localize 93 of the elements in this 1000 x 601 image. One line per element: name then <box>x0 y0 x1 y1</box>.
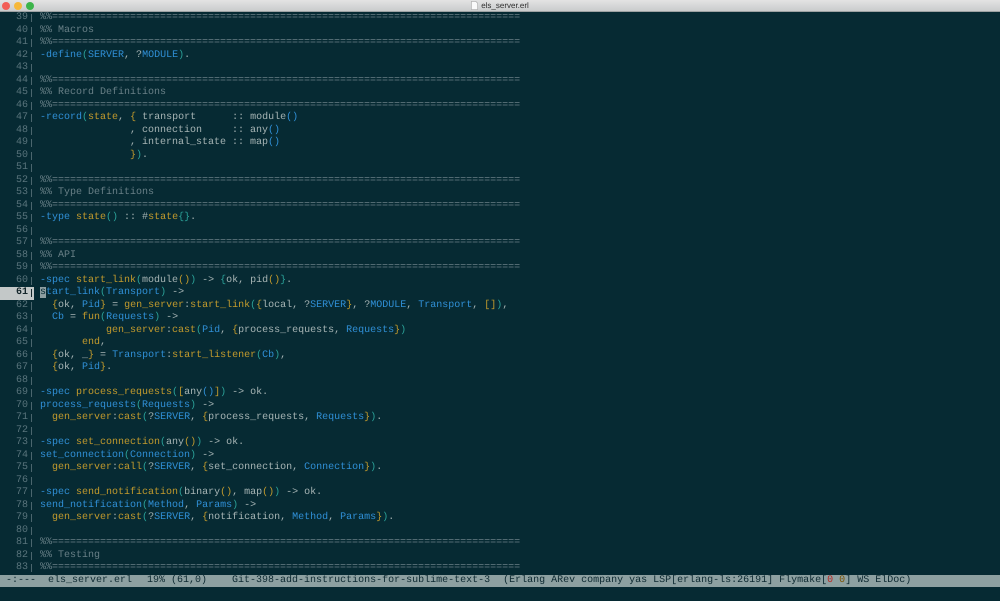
code-line: process_requests(Requests) -> <box>40 400 214 412</box>
line-number: 71 <box>14 412 29 424</box>
line-number: 81 <box>14 537 29 550</box>
line-number: 62 <box>14 300 29 312</box>
code-line: }). <box>130 150 148 162</box>
line-number: 54 <box>14 200 29 212</box>
line-number: 69 <box>14 387 29 400</box>
line-number: 51 <box>14 162 29 174</box>
code-line: Cb = fun(Requests) -> <box>52 312 178 324</box>
code-line: , internal_state :: map() <box>130 137 280 150</box>
line-number: 64 <box>14 324 29 337</box>
line-number: 55 <box>14 212 29 224</box>
comment-line: %%============================================================================== <box>40 100 520 112</box>
line-number: 80 <box>14 524 29 537</box>
line-number: 48 <box>14 124 29 137</box>
line-number: 76 <box>14 474 29 487</box>
buffer-state-text: -:--- <box>6 574 36 587</box>
line-number: 58 <box>14 250 29 262</box>
comment-line: %%============================================================================== <box>40 537 520 550</box>
line-number: 41 <box>14 37 29 50</box>
line-number: 60 <box>14 274 29 287</box>
comment-line: %%============================================================================== <box>40 74 520 86</box>
code-line: -type state() :: #state{}. <box>40 212 196 224</box>
line-number: 72 <box>14 424 29 437</box>
code-line: -spec send_notification(binary(), map()) -> ok. <box>40 487 322 500</box>
code-line: -spec process_requests([any()]) -> ok. <box>40 387 268 400</box>
code-line: gen_server:cast(?SERVER, {process_requests, Requests}). <box>52 412 382 424</box>
line-number: 49 <box>14 137 29 150</box>
line-number: 74 <box>14 450 29 462</box>
line-number: 45 <box>14 87 29 100</box>
comment-line: %%============================================================================== <box>40 237 520 250</box>
comment-line: %% Macros <box>40 24 94 37</box>
zoom-button[interactable] <box>26 2 34 10</box>
line-number: 47 <box>14 112 29 124</box>
comment-line: %% Record Definitions <box>40 87 166 100</box>
line-number: 68 <box>14 374 29 387</box>
comment-line: %%============================================================================== <box>40 262 520 274</box>
line-number: 44 <box>14 74 29 87</box>
minimize-button[interactable] <box>14 2 22 10</box>
line-number: 73 <box>14 437 29 450</box>
line-number: 39 <box>14 12 29 24</box>
comment-line: %% Type Definitions <box>40 187 154 200</box>
comment-line: %%============================================================================== <box>40 200 520 212</box>
mode-list: (Erlang ARev company yas LSP[erlang-ls:26191] Flymake[0 0] WS ElDoc) <box>503 574 912 587</box>
code-line: end, <box>82 337 106 350</box>
code-line: -spec set_connection(any()) -> ok. <box>40 437 244 450</box>
git-branch: Git-398-add-instructions-for-sublime-text-3 <box>232 574 490 587</box>
line-number: 53 <box>14 187 29 200</box>
document-icon <box>471 1 478 10</box>
code-line: set_connection(Connection) -> <box>40 450 214 462</box>
line-number: 50 <box>14 150 29 162</box>
code-line: {ok, Pid} = gen_server:start_link({local, ?SERVER}, ?MODULE, Transport, []), <box>52 300 508 312</box>
line-number: 67 <box>14 362 29 374</box>
comment-line: %% API <box>40 250 76 262</box>
line-number: 66 <box>14 350 29 362</box>
line-number: 40 <box>14 24 29 37</box>
close-button[interactable] <box>2 2 10 10</box>
cursor-position: 19% (61,0) <box>147 574 208 587</box>
line-number: 56 <box>14 224 29 237</box>
line-number: 65 <box>14 337 29 350</box>
code-line: start_link(Transport) -> <box>40 287 184 300</box>
line-number: 52 <box>14 174 29 187</box>
line-number: 61 <box>0 287 31 300</box>
code-line: -define(SERVER, ?MODULE). <box>40 50 190 62</box>
buffer-name: els_server.erl <box>48 574 132 587</box>
line-number: 43 <box>14 62 29 74</box>
line-number: 79 <box>14 512 29 524</box>
code-line: {ok, Pid}. <box>52 362 112 374</box>
code-line: send_notification(Method, Params) -> <box>40 500 256 512</box>
comment-line: %% Testing <box>40 550 100 562</box>
comment-line: %%============================================================================== <box>40 174 520 186</box>
line-number: 78 <box>14 500 29 512</box>
line-number: 59 <box>14 262 29 274</box>
line-number: 82 <box>14 550 29 562</box>
line-number: 75 <box>14 462 29 474</box>
code-line: -spec start_link(module()) -> {ok, pid()}. <box>40 274 292 286</box>
line-number: 57 <box>14 237 29 250</box>
code-line: gen_server:cast(?SERVER, {notification, Method, Params}). <box>52 512 394 524</box>
code-line: -record(state, { transport :: module() <box>40 112 298 124</box>
line-number: 63 <box>14 312 29 324</box>
line-number: 46 <box>14 100 29 112</box>
line-number: 42 <box>14 50 29 62</box>
line-number: 77 <box>14 487 29 500</box>
line-number: 70 <box>14 400 29 412</box>
comment-line: %%============================================================================== <box>40 37 520 50</box>
comment-line: %%============================================================================== <box>40 12 520 24</box>
window-title: els_server.erl <box>481 0 529 10</box>
code-line: gen_server:call(?SERVER, {set_connection, Connection}). <box>52 462 382 474</box>
line-number: 83 <box>14 562 29 574</box>
comment-line: %%============================================================================== <box>40 562 520 574</box>
code-line: gen_server:cast(Pid, {process_requests, Requests}) <box>106 324 406 337</box>
code-line: , connection :: any() <box>130 124 280 136</box>
code-line: {ok, _} = Transport:start_listener(Cb), <box>52 350 286 362</box>
